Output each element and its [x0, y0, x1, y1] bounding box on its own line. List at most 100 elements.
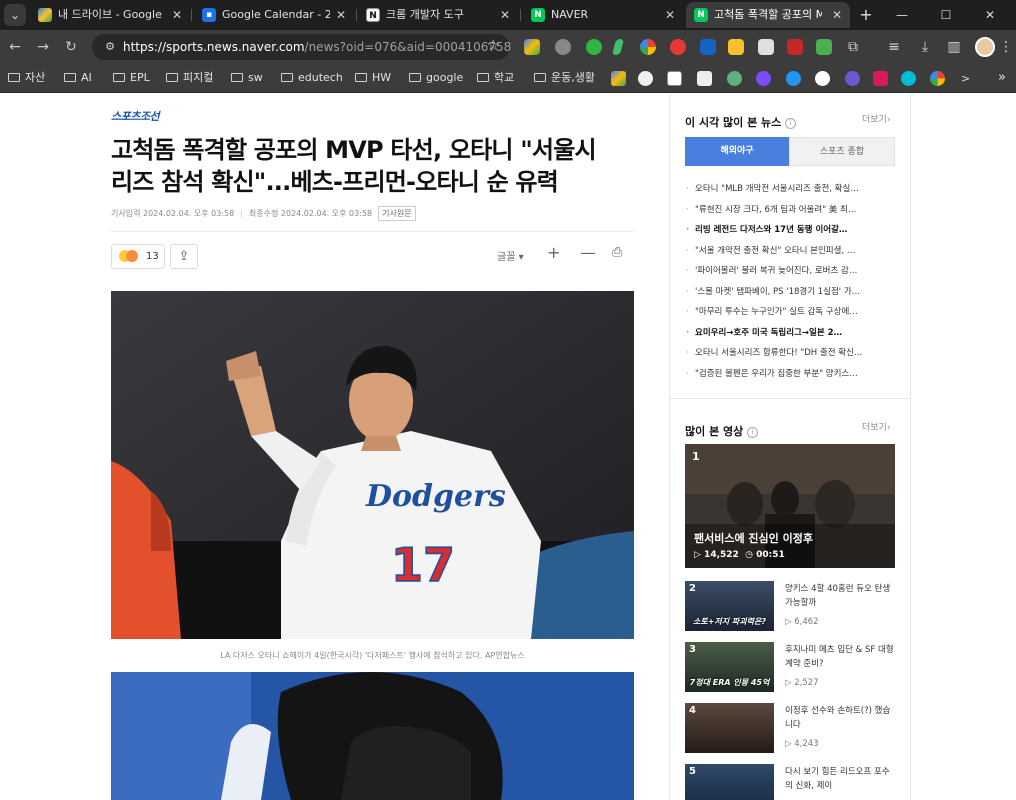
- font-size-dropdown[interactable]: 글꼴 ▾: [497, 248, 524, 263]
- github-icon[interactable]: [638, 71, 653, 86]
- reading-list-icon[interactable]: ≡: [884, 37, 904, 57]
- bookmark-icon[interactable]: [901, 71, 916, 86]
- tab-search-button[interactable]: ⌄: [4, 4, 26, 26]
- bookmark-icon[interactable]: [873, 71, 888, 86]
- font-decrease-button[interactable]: —: [580, 243, 596, 262]
- drive-icon: [38, 8, 52, 22]
- maximize-button[interactable]: ☐: [924, 0, 968, 30]
- bookmark-folder[interactable]: HW: [355, 64, 391, 93]
- close-icon[interactable]: ✕: [665, 2, 675, 28]
- extension-icon[interactable]: [555, 39, 571, 55]
- news-list-item[interactable]: "마무리 투수는 누구인가" 실트 감독 구상에…: [685, 302, 895, 323]
- folder-icon: [355, 72, 367, 82]
- bookmark-folder[interactable]: sw: [231, 64, 263, 93]
- news-list-item[interactable]: "류현진 시장 크다, 6개 팀과 어울려" 美 최…: [685, 200, 895, 221]
- menu-kebab-icon[interactable]: ⋮: [996, 37, 1016, 57]
- back-button[interactable]: ←: [4, 36, 26, 58]
- info-icon[interactable]: i: [785, 117, 797, 129]
- bookmark-folder[interactable]: 학교: [477, 64, 514, 93]
- video-more-link[interactable]: 더보기›: [862, 420, 890, 433]
- notion-bookmark-icon[interactable]: [667, 71, 682, 86]
- extension-icon[interactable]: [611, 39, 625, 55]
- popular-more-link[interactable]: 더보기›: [862, 112, 890, 125]
- tab-devtools[interactable]: N 크롬 개발자 도구 ✕: [358, 2, 518, 28]
- bookmark-folder[interactable]: AI: [64, 64, 92, 93]
- keep-icon[interactable]: [728, 39, 744, 55]
- news-list-item[interactable]: 리빙 레전드 다저스와 17년 동행 이어갈…: [685, 220, 895, 241]
- bookmark-label: EPL: [130, 71, 150, 84]
- video-list-item[interactable]: 3 7정대 ERA 인몽 45억 후지나미 메츠 입단 & SF 대형 계약 준…: [685, 642, 895, 694]
- extension-icon[interactable]: [758, 39, 774, 55]
- close-icon[interactable]: ✕: [172, 2, 182, 28]
- bookmark-icon[interactable]: [727, 71, 742, 86]
- original-article-button[interactable]: 기사원문: [378, 206, 416, 221]
- forward-button[interactable]: →: [32, 36, 54, 58]
- video-list-item[interactable]: 4 이정후 선수와 손하트(?) 했습니다 ▷ 4,243: [685, 703, 895, 755]
- bookmark-icon[interactable]: [815, 71, 830, 86]
- news-list-item[interactable]: 오타니 "MLB 개막전 서울시리즈 출전, 확실…: [685, 179, 895, 200]
- download-icon[interactable]: ⤓: [915, 37, 935, 57]
- tab-google-calendar[interactable]: ▪ Google Calendar - 2024 ✕: [194, 2, 354, 28]
- reload-button[interactable]: ↻: [60, 36, 82, 58]
- profile-avatar[interactable]: [975, 37, 995, 57]
- drive-extension-icon[interactable]: [524, 39, 540, 55]
- close-window-button[interactable]: ✕: [968, 0, 1012, 30]
- download-extension-icon[interactable]: [700, 39, 716, 55]
- bookmarks-overflow-icon[interactable]: »: [998, 64, 1006, 92]
- bookmark-icon[interactable]: [845, 71, 860, 86]
- tab-naver[interactable]: N NAVER ✕: [523, 2, 683, 28]
- address-bar[interactable]: ⚙ https://sports.news.naver.com/news?oid…: [92, 34, 511, 60]
- bookmark-star-icon[interactable]: ☆: [487, 36, 500, 54]
- bookmark-folder[interactable]: edutech: [281, 64, 343, 93]
- bookmark-folder[interactable]: 자산: [8, 64, 45, 93]
- close-icon[interactable]: ✕: [832, 2, 842, 28]
- url-text[interactable]: https://sports.news.naver.com/news?oid=0…: [123, 34, 511, 60]
- minimize-button[interactable]: —: [880, 0, 924, 30]
- info-icon[interactable]: i: [747, 426, 759, 438]
- news-list-item[interactable]: 요미우리→호주 미국 독립리그→일본 2…: [685, 323, 895, 344]
- video-thumbnail: 5: [685, 764, 774, 800]
- terminal-icon[interactable]: >: [958, 71, 973, 86]
- record-extension-icon[interactable]: [787, 39, 803, 55]
- share-button[interactable]: ⇪: [170, 244, 198, 269]
- onedrive-icon[interactable]: [786, 71, 801, 86]
- bookmark-icon[interactable]: [756, 71, 771, 86]
- extension-icon[interactable]: [586, 39, 602, 55]
- tab-article-active[interactable]: N 고척돔 폭격할 공포의 M ✕: [686, 2, 850, 28]
- extension-icon[interactable]: [670, 39, 686, 55]
- video-list-item[interactable]: 5 다시 보기 힘든 리드오프 포수의 신화, 제이: [685, 764, 895, 800]
- news-list-item[interactable]: '파이어볼러' 불러 복귀 늦어진다, 로버츠 감…: [685, 261, 895, 282]
- video-list-item[interactable]: 2 소토+저지 파괴력은? 양키스 4할 40홈런 듀오 탄생 가능할까 ▷ 6…: [685, 581, 895, 633]
- font-increase-button[interactable]: +: [547, 243, 560, 262]
- close-icon[interactable]: ✕: [336, 2, 346, 28]
- extensions-puzzle-icon[interactable]: ⧉: [843, 37, 863, 57]
- tab-sports-all[interactable]: 스포츠 종합: [789, 137, 895, 166]
- side-panel-icon[interactable]: ▥: [944, 37, 964, 57]
- video-rank: 4: [689, 705, 696, 716]
- modified-time: 최종수정 2024.02.04. 오후 03:58: [248, 209, 373, 218]
- bookmark-folder[interactable]: google: [409, 64, 463, 93]
- print-icon[interactable]: ⎙: [612, 245, 622, 260]
- tab-google-drive[interactable]: 내 드라이브 - Google D ✕: [30, 2, 190, 28]
- caret-down-icon: ▾: [518, 252, 524, 263]
- news-list-item[interactable]: 오타니 서울시리즈 합류한다! "DH 출전 확신…: [685, 343, 895, 364]
- press-logo[interactable]: 스포츠조선: [111, 108, 160, 124]
- site-info-icon[interactable]: ⚙: [100, 37, 120, 57]
- bookmark-icon[interactable]: [697, 71, 712, 86]
- bookmark-folder[interactable]: 운동,생활: [534, 64, 595, 93]
- close-icon[interactable]: ✕: [500, 2, 510, 28]
- tab-mlb[interactable]: 해외야구: [685, 137, 789, 166]
- drive-bookmark-icon[interactable]: [611, 71, 626, 86]
- bookmark-folder[interactable]: EPL: [113, 64, 150, 93]
- extension-icon[interactable]: [640, 39, 656, 55]
- reaction-button[interactable]: 13: [111, 244, 165, 269]
- tab-separator: [356, 9, 357, 21]
- extension-icon[interactable]: [816, 39, 832, 55]
- new-tab-button[interactable]: +: [856, 4, 876, 26]
- bookmark-folder[interactable]: 피지컬: [166, 64, 213, 93]
- top-video-card[interactable]: 1 팬서비스에 진심인 이정후 ▷ 14,522 ◷ 00:51: [685, 444, 895, 568]
- news-list-item[interactable]: "서울 개막전 출전 확신" 오타니 본인피셜, …: [685, 241, 895, 262]
- photos-icon[interactable]: [930, 71, 945, 86]
- news-list-item[interactable]: '스몰 마켓' 탬파베이, PS '18경기 1실점' 가…: [685, 282, 895, 303]
- news-list-item[interactable]: "검증된 볼펜은 우리가 집중한 부분" 양키스…: [685, 364, 895, 385]
